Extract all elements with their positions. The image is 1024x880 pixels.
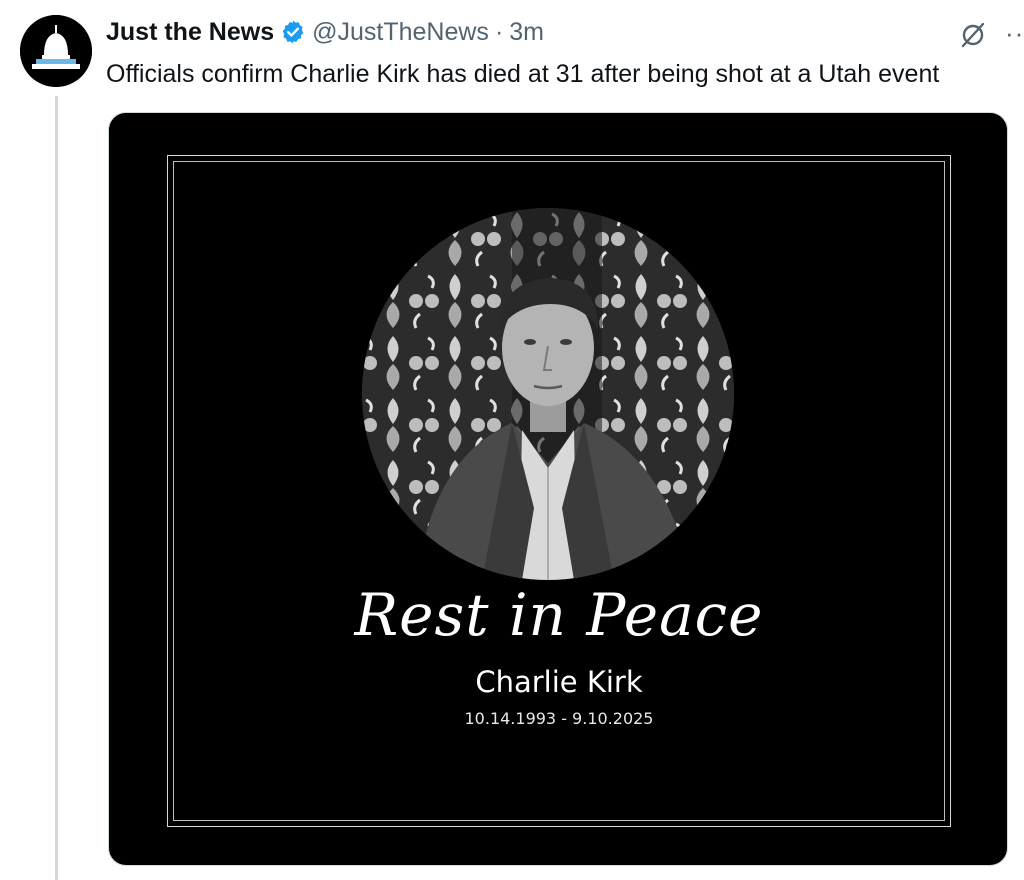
- memorial-name: Charlie Kirk: [475, 665, 643, 699]
- author-handle[interactable]: @JustTheNews: [312, 18, 489, 47]
- grok-icon[interactable]: [958, 20, 988, 50]
- author-name[interactable]: Just the News: [106, 18, 274, 47]
- memorial-title: Rest in Peace: [354, 581, 764, 649]
- timestamp[interactable]: 3m: [509, 18, 544, 47]
- memorial-dates: 10.14.1993 - 9.10.2025: [464, 709, 654, 728]
- capitol-dome-icon: [20, 15, 92, 87]
- tweet-text: Officials confirm Charlie Kirk has died …: [106, 60, 940, 88]
- thread-line: [55, 96, 58, 880]
- separator-dot: ·: [494, 17, 504, 46]
- tweet-media-image[interactable]: Rest in Peace Charlie Kirk 10.14.1993 - …: [108, 112, 1008, 866]
- more-icon[interactable]: ··: [1005, 18, 1024, 49]
- tweet-header: Just the News @JustTheNews · 3m: [106, 17, 1024, 47]
- memorial-portrait: [362, 208, 734, 580]
- avatar[interactable]: [20, 15, 92, 87]
- verified-badge-icon: [280, 19, 306, 45]
